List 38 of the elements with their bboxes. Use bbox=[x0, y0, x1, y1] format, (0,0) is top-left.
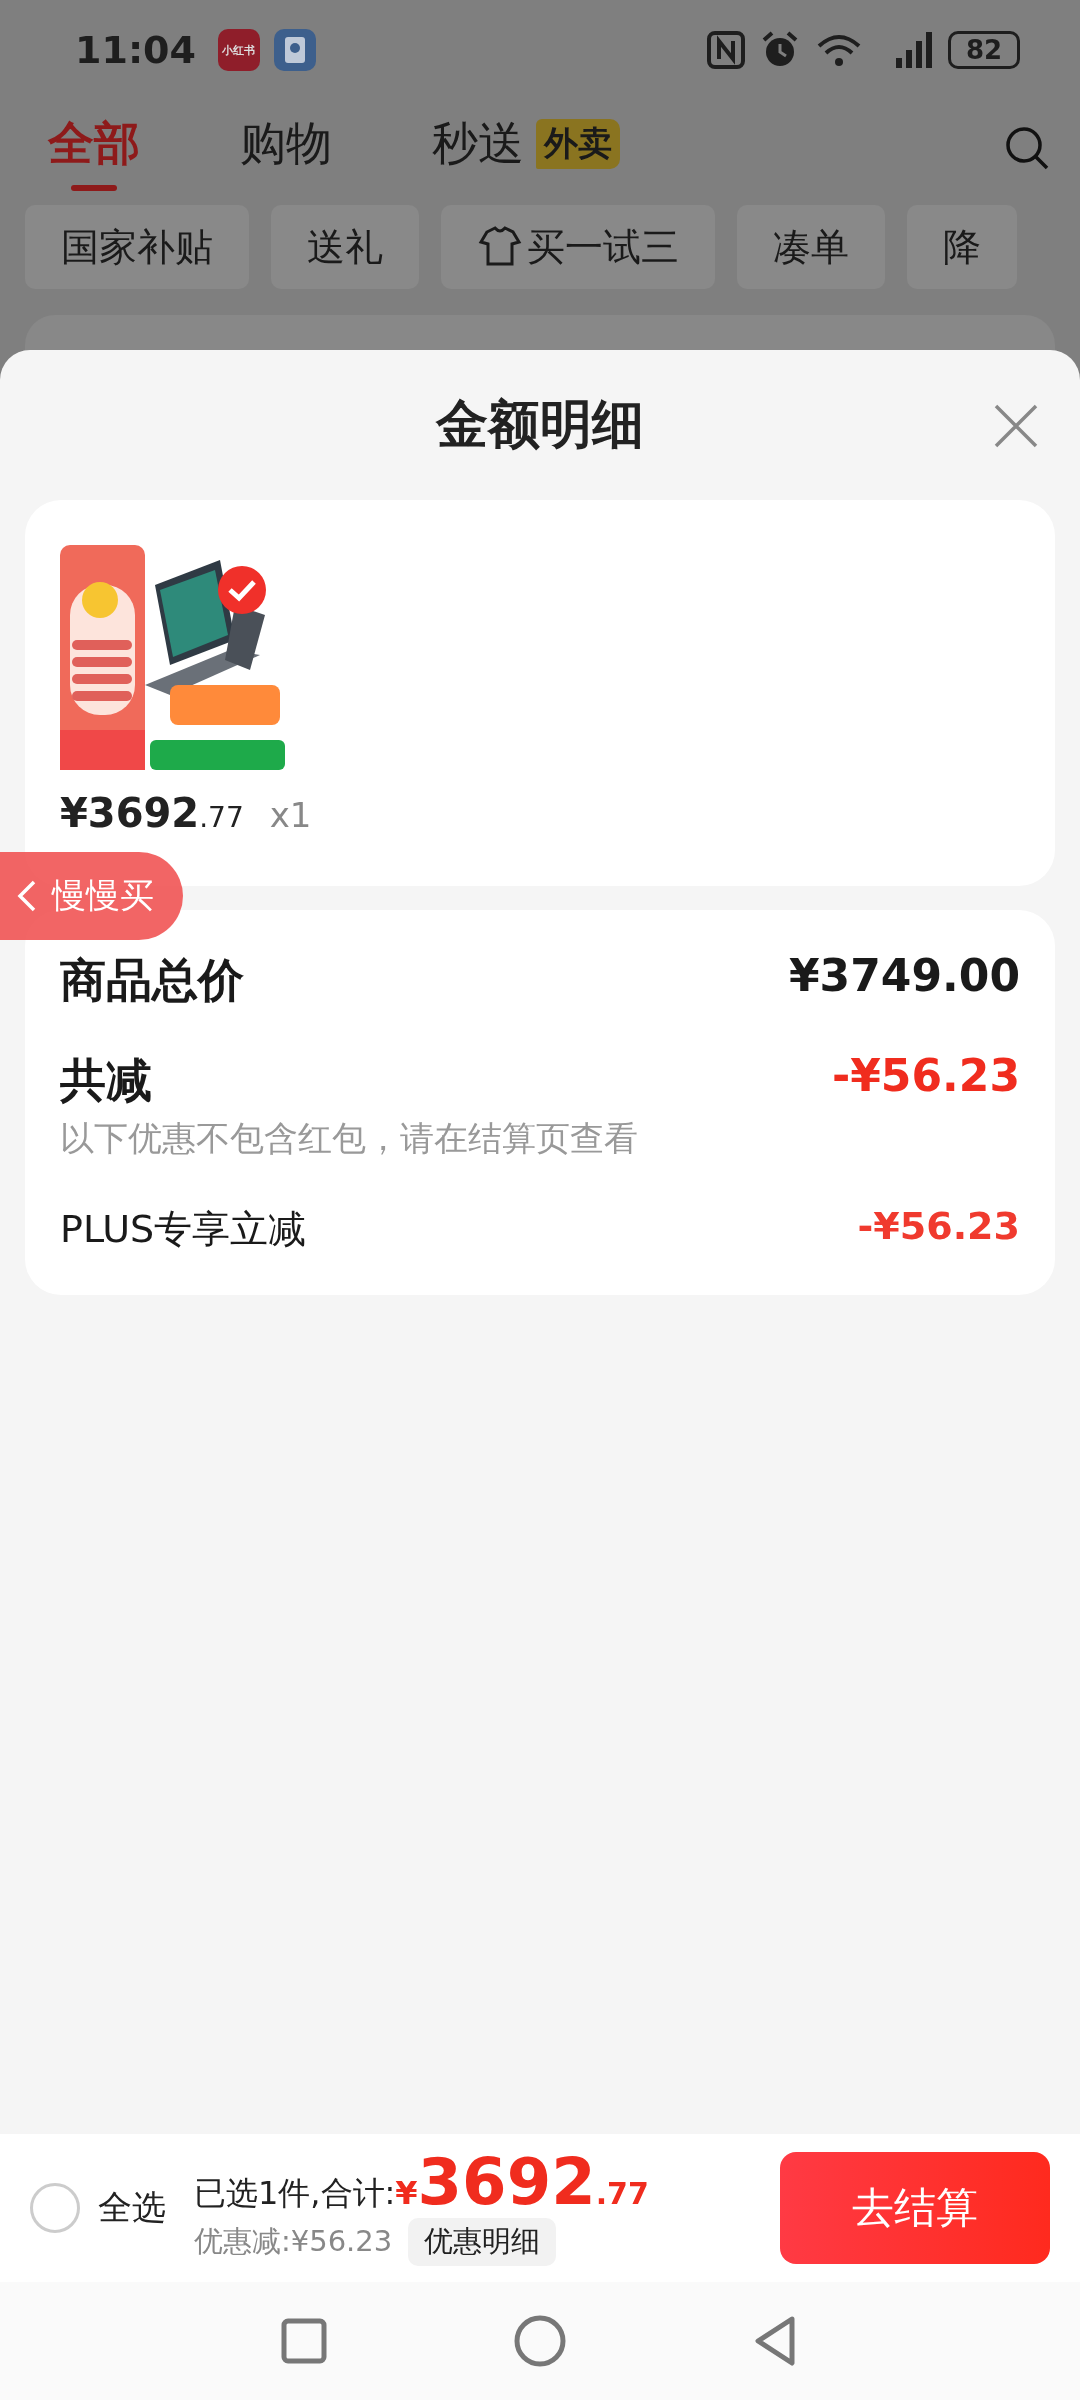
select-all-label: 全选 bbox=[98, 2186, 166, 2229]
filter-chip[interactable]: 送礼 bbox=[271, 205, 419, 289]
filter-chip[interactable]: 国家补贴 bbox=[25, 205, 249, 289]
status-time: 11:04 bbox=[75, 28, 196, 72]
select-all-checkbox[interactable] bbox=[30, 2183, 80, 2233]
floating-tag[interactable]: 慢慢买 bbox=[0, 852, 183, 940]
tab-badge: 外卖 bbox=[536, 118, 620, 169]
sheet-title: 金额明细 bbox=[436, 393, 644, 456]
summary-label: PLUS专享立减 bbox=[60, 1206, 308, 1253]
summary-note: 以下优惠不包含红包，请在结算页查看 bbox=[60, 1117, 639, 1160]
filter-chip[interactable]: 凑单 bbox=[737, 205, 885, 289]
close-icon[interactable] bbox=[992, 402, 1040, 450]
filter-chip[interactable]: 买一试三 bbox=[441, 205, 715, 289]
summary-amount: ¥3749.00 bbox=[788, 950, 1020, 1001]
category-tab[interactable]: 购物 bbox=[240, 102, 332, 193]
nfc-icon bbox=[706, 30, 746, 70]
total-amount: 3692 bbox=[417, 2150, 596, 2214]
home-icon[interactable] bbox=[512, 2313, 568, 2369]
check-icon bbox=[217, 565, 267, 615]
summary-amount: -¥56.23 bbox=[831, 1050, 1020, 1101]
currency-sign: ¥ bbox=[395, 2174, 418, 2212]
total-label: 已选1件,合计: bbox=[194, 2173, 396, 2214]
summary-amount: -¥56.23 bbox=[857, 1204, 1020, 1248]
category-tab[interactable]: 秒送 外卖 bbox=[432, 102, 620, 193]
total-decimal: .77 bbox=[595, 2176, 649, 2211]
price-decimal: .77 bbox=[199, 801, 244, 834]
discount-label: 优惠减:¥56.23 bbox=[194, 2223, 393, 2260]
filter-chip[interactable]: 降 bbox=[907, 205, 1017, 289]
bulb-app-icon bbox=[273, 29, 316, 71]
app-notification-icon: 小红书 bbox=[217, 29, 260, 71]
checkout-button[interactable]: 去结算 bbox=[780, 2152, 1050, 2264]
product-price: ¥3692 bbox=[60, 790, 200, 836]
summary-label: 共减 bbox=[60, 1052, 153, 1109]
product-quantity: x1 bbox=[269, 795, 312, 835]
discount-detail-button[interactable]: 优惠明细 bbox=[408, 2218, 557, 2266]
summary-label: 商品总价 bbox=[60, 952, 245, 1009]
battery-indicator: 82 bbox=[948, 31, 1020, 69]
search-icon[interactable] bbox=[1004, 124, 1050, 171]
